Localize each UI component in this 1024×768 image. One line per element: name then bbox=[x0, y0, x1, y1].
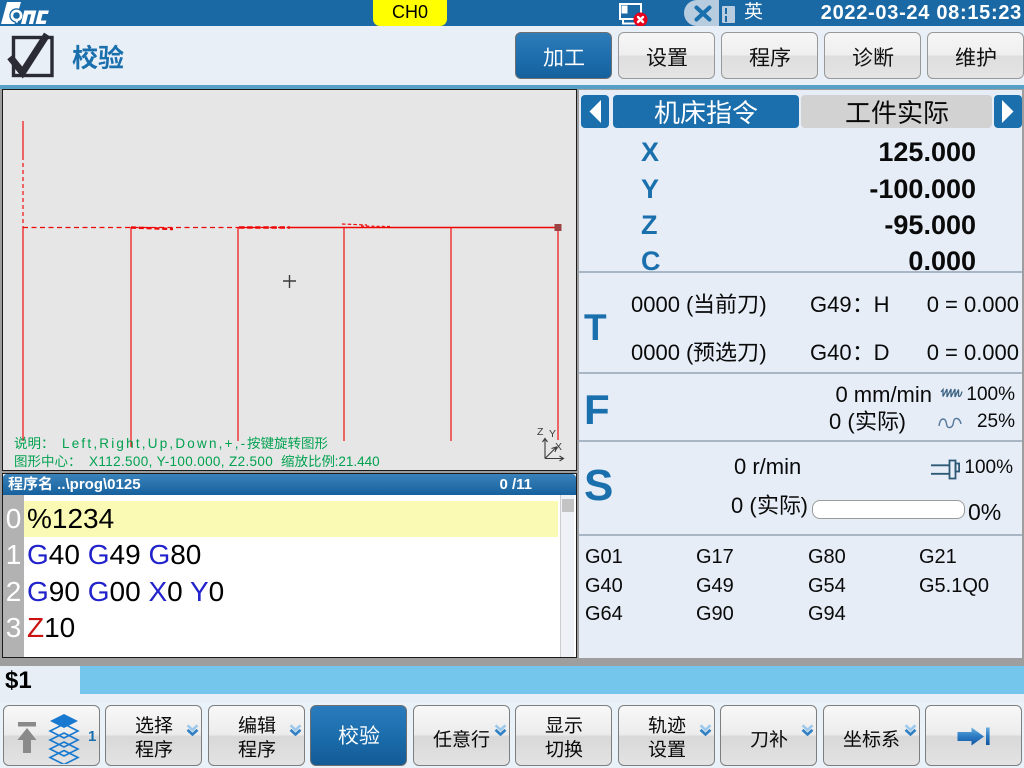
svg-text:Z: Z bbox=[537, 426, 544, 438]
svg-text:X: X bbox=[555, 441, 562, 453]
svg-text:Y: Y bbox=[549, 428, 556, 440]
